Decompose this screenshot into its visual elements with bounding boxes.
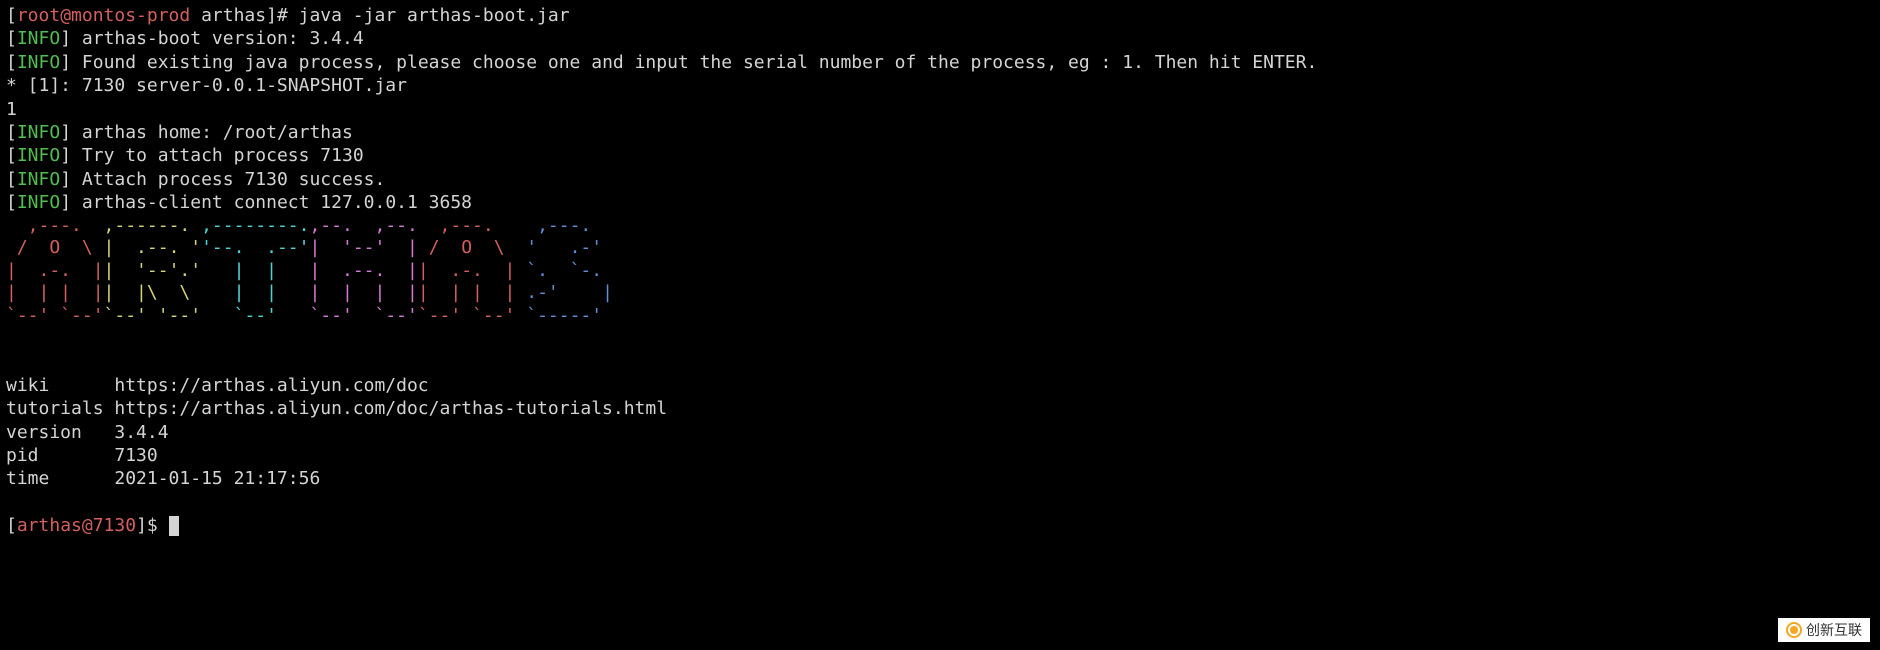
wiki-label: wiki	[6, 375, 114, 396]
info-tag: INFO	[17, 28, 60, 49]
bracket: ]	[266, 5, 277, 26]
arthas-ascii-logo: ,---. ,------. ,--------.,--. ,--. ,---.…	[6, 215, 1874, 328]
log-line-attach-try: [INFO] Try to attach process 7130	[6, 144, 1874, 167]
info-version: version 3.4.4	[6, 421, 1874, 444]
bracket: ]	[136, 515, 147, 536]
prompt-hash: #	[277, 5, 299, 26]
log-msg: arthas-boot version: 3.4.4	[82, 28, 364, 49]
tutorials-url: https://arthas.aliyun.com/doc/arthas-tut…	[114, 398, 667, 419]
log-msg: Found existing java process, please choo…	[82, 52, 1317, 73]
log-msg: Attach process 7130 success.	[82, 169, 385, 190]
tutorials-label: tutorials	[6, 398, 114, 419]
user-host: arthas@7130	[17, 515, 136, 536]
info-tag: INFO	[17, 122, 60, 143]
wiki-url: https://arthas.aliyun.com/doc	[114, 375, 428, 396]
prompt-line-2[interactable]: [arthas@7130]$	[6, 514, 1874, 537]
log-msg: arthas home: /root/arthas	[82, 122, 353, 143]
process-item: * [1]: 7130 server-0.0.1-SNAPSHOT.jar	[6, 75, 407, 96]
blank-line	[6, 350, 1874, 373]
log-line-version: [INFO] arthas-boot version: 3.4.4	[6, 27, 1874, 50]
time-value: 2021-01-15 21:17:56	[114, 468, 320, 489]
log-line-home: [INFO] arthas home: /root/arthas	[6, 121, 1874, 144]
info-wiki: wiki https://arthas.aliyun.com/doc	[6, 374, 1874, 397]
log-line-found: [INFO] Found existing java process, plea…	[6, 51, 1874, 74]
log-msg: Try to attach process 7130	[82, 145, 364, 166]
info-tag: INFO	[17, 52, 60, 73]
cursor-icon	[169, 516, 179, 536]
log-msg: arthas-client connect 127.0.0.1 3658	[82, 192, 472, 213]
user-input-value: 1	[6, 99, 17, 120]
info-tag: INFO	[17, 169, 60, 190]
user-input-line[interactable]: 1	[6, 98, 1874, 121]
version-value: 3.4.4	[114, 422, 168, 443]
watermark-text: 创新互联	[1806, 621, 1862, 639]
info-tag: INFO	[17, 192, 60, 213]
info-time: time 2021-01-15 21:17:56	[6, 467, 1874, 490]
bracket: [	[6, 515, 17, 536]
info-pid: pid 7130	[6, 444, 1874, 467]
log-line-attach-success: [INFO] Attach process 7130 success.	[6, 168, 1874, 191]
user-host: root@montos-prod	[17, 5, 190, 26]
pid-label: pid	[6, 445, 114, 466]
version-label: version	[6, 422, 114, 443]
watermark-badge: 创新互联	[1778, 618, 1870, 642]
process-list-line: * [1]: 7130 server-0.0.1-SNAPSHOT.jar	[6, 74, 1874, 97]
cwd: arthas	[190, 5, 266, 26]
command-text: java -jar arthas-boot.jar	[299, 5, 570, 26]
info-tutorials: tutorials https://arthas.aliyun.com/doc/…	[6, 397, 1874, 420]
prompt-line-1: [root@montos-prod arthas]# java -jar art…	[6, 4, 1874, 27]
pid-value: 7130	[114, 445, 157, 466]
blank-line	[6, 327, 1874, 350]
info-tag: INFO	[17, 145, 60, 166]
blank-line	[6, 491, 1874, 514]
log-line-connect: [INFO] arthas-client connect 127.0.0.1 3…	[6, 191, 1874, 214]
time-label: time	[6, 468, 114, 489]
bracket: [	[6, 5, 17, 26]
watermark-icon	[1786, 622, 1802, 638]
prompt-dollar: $	[147, 515, 169, 536]
